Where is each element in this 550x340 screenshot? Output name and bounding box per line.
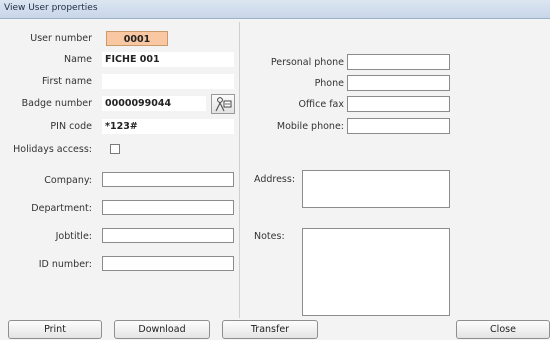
jobtitle-field[interactable] <box>102 228 234 243</box>
window-title: View User properties <box>4 3 98 13</box>
badge-number-field[interactable]: 0000099044 <box>102 96 206 111</box>
holidays-access-checkbox[interactable] <box>110 144 120 154</box>
title-bar: View User properties <box>0 0 550 19</box>
close-button[interactable]: Close <box>456 320 550 339</box>
mobile-phone-label: Mobile phone: <box>276 121 344 132</box>
department-field[interactable] <box>102 200 234 215</box>
pin-code-field[interactable]: *123# <box>102 119 234 134</box>
department-label: Department: <box>31 203 92 214</box>
badge-reader-button[interactable] <box>211 94 235 114</box>
personal-phone-field[interactable] <box>347 54 450 70</box>
user-properties-window: View User properties User number 0001 Na… <box>0 0 550 340</box>
badge-reader-icon <box>215 97 232 112</box>
left-panel: User number 0001 Name FICHE 001 First na… <box>6 22 238 318</box>
company-field[interactable] <box>102 172 234 187</box>
download-button[interactable]: Download <box>114 320 210 339</box>
first-name-field[interactable] <box>102 74 234 89</box>
address-field[interactable] <box>302 170 450 208</box>
badge-number-label: Badge number <box>21 98 92 109</box>
mobile-phone-field[interactable] <box>347 118 450 134</box>
transfer-button[interactable]: Transfer <box>222 320 318 339</box>
id-number-field[interactable] <box>102 256 234 271</box>
phone-label: Phone <box>314 78 344 89</box>
notes-field[interactable] <box>302 228 450 316</box>
office-fax-label: Office fax <box>298 99 344 110</box>
address-label: Address: <box>254 174 296 185</box>
phone-field[interactable] <box>347 75 450 91</box>
jobtitle-label: Jobtitle: <box>55 231 92 242</box>
right-panel: Personal phone Phone Office fax Mobile p… <box>239 22 546 318</box>
name-label: Name <box>63 54 92 65</box>
holidays-access-label: Holidays access: <box>13 144 92 155</box>
print-button[interactable]: Print <box>8 320 102 339</box>
pin-code-label: PIN code <box>50 121 92 132</box>
id-number-label: ID number: <box>38 259 92 270</box>
personal-phone-label: Personal phone <box>270 57 344 68</box>
company-label: Company: <box>44 175 92 186</box>
name-field[interactable]: FICHE 001 <box>102 52 234 67</box>
user-number-label: User number <box>30 33 92 44</box>
first-name-label: First name <box>42 76 92 87</box>
user-number-field: 0001 <box>106 31 168 46</box>
office-fax-field[interactable] <box>347 96 450 112</box>
notes-label: Notes: <box>254 231 285 242</box>
